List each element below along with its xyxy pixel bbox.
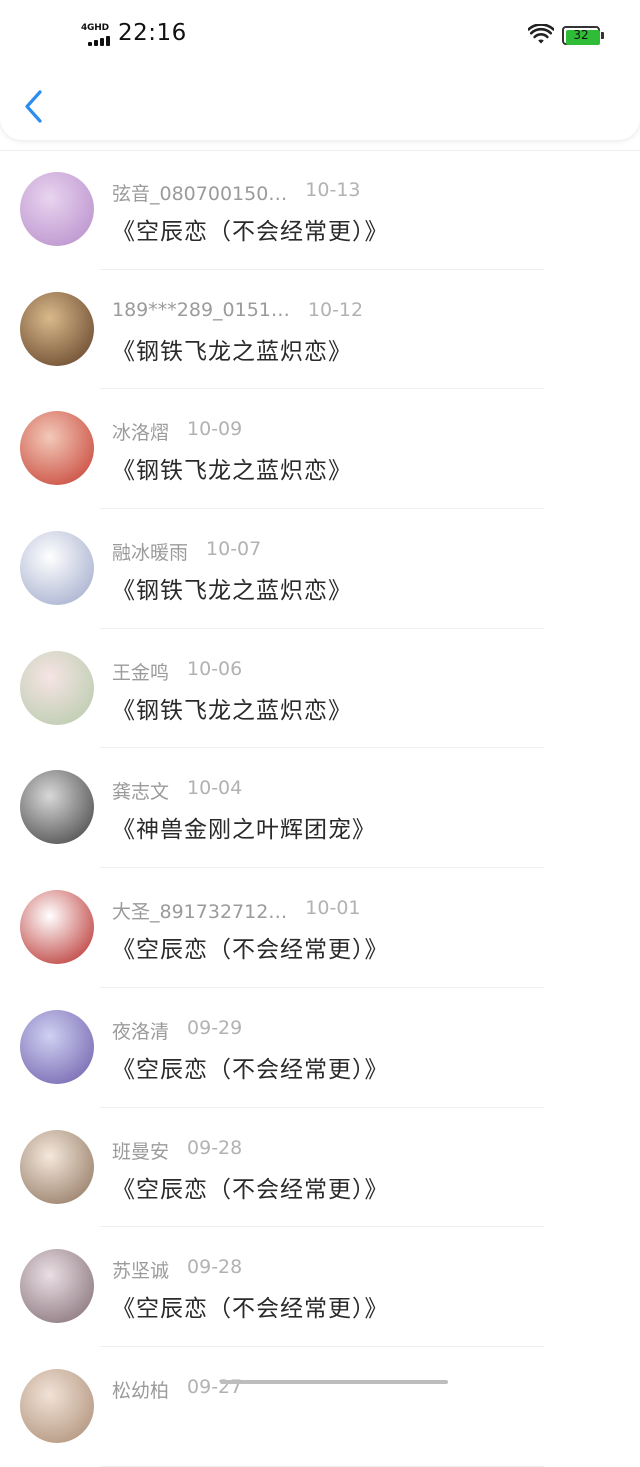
item-date: 09-28: [187, 1256, 243, 1279]
item-title[interactable]: 《空辰恋（不会经常更）》: [112, 212, 389, 246]
top-bar: 4GHD 22:16 32: [0, 0, 640, 140]
item-date: 10-06: [187, 657, 243, 680]
item-title[interactable]: 《空辰恋（不会经常更）》: [112, 930, 389, 964]
wifi-icon: [528, 24, 554, 44]
user-name: 王金鸣: [112, 661, 170, 684]
user-name: 189***289_0151…: [112, 298, 290, 321]
list-item[interactable]: 松幼柏 09-27: [0, 1347, 640, 1467]
list-item[interactable]: 冰洛熠 10-09 《钢铁飞龙之蓝炽恋》: [0, 389, 640, 510]
avatar[interactable]: [20, 1009, 94, 1084]
status-time: 22:16: [118, 20, 187, 46]
item-meta: 班曼安 09-28: [112, 1137, 242, 1163]
item-title[interactable]: 《空辰恋（不会经常更）》: [112, 1289, 389, 1323]
avatar[interactable]: [20, 291, 94, 366]
list-item[interactable]: 融冰暖雨 10-07 《钢铁飞龙之蓝炽恋》: [0, 509, 640, 629]
item-date: 10-12: [307, 298, 364, 321]
list-item[interactable]: 苏坚诚 09-28 《空辰恋（不会经常更）》: [0, 1227, 640, 1347]
list-item[interactable]: 王金鸣 10-06 《钢铁飞龙之蓝炽恋》: [0, 629, 640, 749]
avatar[interactable]: [20, 172, 94, 246]
item-date: 10-13: [305, 179, 361, 201]
item-title[interactable]: 《钢铁飞龙之蓝炽恋》: [112, 571, 352, 605]
item-meta: 夜洛清 09-29: [112, 1017, 242, 1043]
item-meta: 大圣_891732712… 10-01: [112, 897, 361, 923]
battery-icon: 32: [562, 26, 604, 45]
user-name: 夜洛清: [112, 1020, 170, 1043]
chevron-left-icon: [25, 90, 42, 123]
network-type: 4GHD: [81, 23, 109, 33]
user-name: 龚志文: [112, 781, 170, 804]
user-name: 大圣_891732712…: [112, 901, 288, 924]
list-item[interactable]: 班曼安 09-28 《空辰恋（不会经常更）》: [0, 1108, 640, 1228]
item-date: 10-01: [305, 897, 361, 920]
list-item[interactable]: 弦音_080700150… 10-13 《空辰恋（不会经常更）》: [0, 150, 640, 270]
item-meta: 王金鸣 10-06: [112, 658, 242, 684]
user-name: 班曼安: [112, 1140, 170, 1163]
avatar[interactable]: [20, 531, 94, 606]
item-title[interactable]: 《空辰恋（不会经常更）》: [112, 1170, 389, 1204]
avatar[interactable]: [20, 411, 94, 486]
user-name: 融冰暖雨: [112, 542, 189, 565]
back-button[interactable]: [18, 85, 52, 129]
cellular-signal-icon: 4GHD: [80, 23, 114, 47]
update-list: 弦音_080700150… 10-13 《空辰恋（不会经常更）》 189***289_…: [0, 150, 640, 1467]
avatar[interactable]: [20, 650, 94, 725]
item-date: 10-04: [187, 777, 243, 800]
item-meta: 融冰暖雨 10-07: [112, 538, 261, 564]
item-meta: 龚志文 10-04: [112, 777, 242, 803]
item-title[interactable]: 《钢铁飞龙之蓝炽恋》: [112, 691, 352, 725]
user-name: 松幼柏: [112, 1379, 170, 1402]
list-item[interactable]: 189***289_0151… 10-12 《钢铁飞龙之蓝炽恋》: [0, 270, 640, 390]
item-title[interactable]: 《钢铁飞龙之蓝炽恋》: [112, 332, 352, 366]
list-item[interactable]: 大圣_891732712… 10-01 《空辰恋（不会经常更）》: [0, 868, 640, 988]
item-date: 09-29: [187, 1016, 243, 1039]
item-meta: 苏坚诚 09-28: [112, 1256, 242, 1282]
user-name: 苏坚诚: [112, 1260, 170, 1283]
avatar[interactable]: [20, 1249, 94, 1324]
item-meta: 弦音_080700150… 10-13: [112, 179, 361, 205]
item-date: 10-09: [187, 418, 243, 441]
item-title[interactable]: 《空辰恋（不会经常更）》: [112, 1050, 389, 1084]
scroll-indicator: [220, 1380, 448, 1384]
avatar[interactable]: [20, 1129, 94, 1204]
user-name: 冰洛熠: [112, 422, 170, 445]
avatar[interactable]: [20, 890, 94, 965]
item-meta: 189***289_0151… 10-12: [112, 299, 363, 325]
item-date: 10-07: [206, 538, 262, 561]
user-name: 弦音_080700150…: [112, 183, 288, 205]
status-bar: 4GHD 22:16 32: [0, 0, 640, 70]
avatar[interactable]: [20, 1368, 94, 1443]
list-item[interactable]: 夜洛清 09-29 《空辰恋（不会经常更）》: [0, 988, 640, 1108]
item-title[interactable]: 《钢铁飞龙之蓝炽恋》: [112, 451, 352, 485]
item-meta: 冰洛熠 10-09: [112, 418, 242, 444]
divider: [100, 1465, 544, 1467]
item-date: 09-28: [187, 1136, 243, 1159]
item-title[interactable]: 《神兽金刚之叶辉团宠》: [112, 810, 376, 844]
list-item[interactable]: 龚志文 10-04 《神兽金刚之叶辉团宠》: [0, 748, 640, 869]
battery-level: 32: [573, 28, 589, 42]
avatar[interactable]: [20, 770, 94, 845]
